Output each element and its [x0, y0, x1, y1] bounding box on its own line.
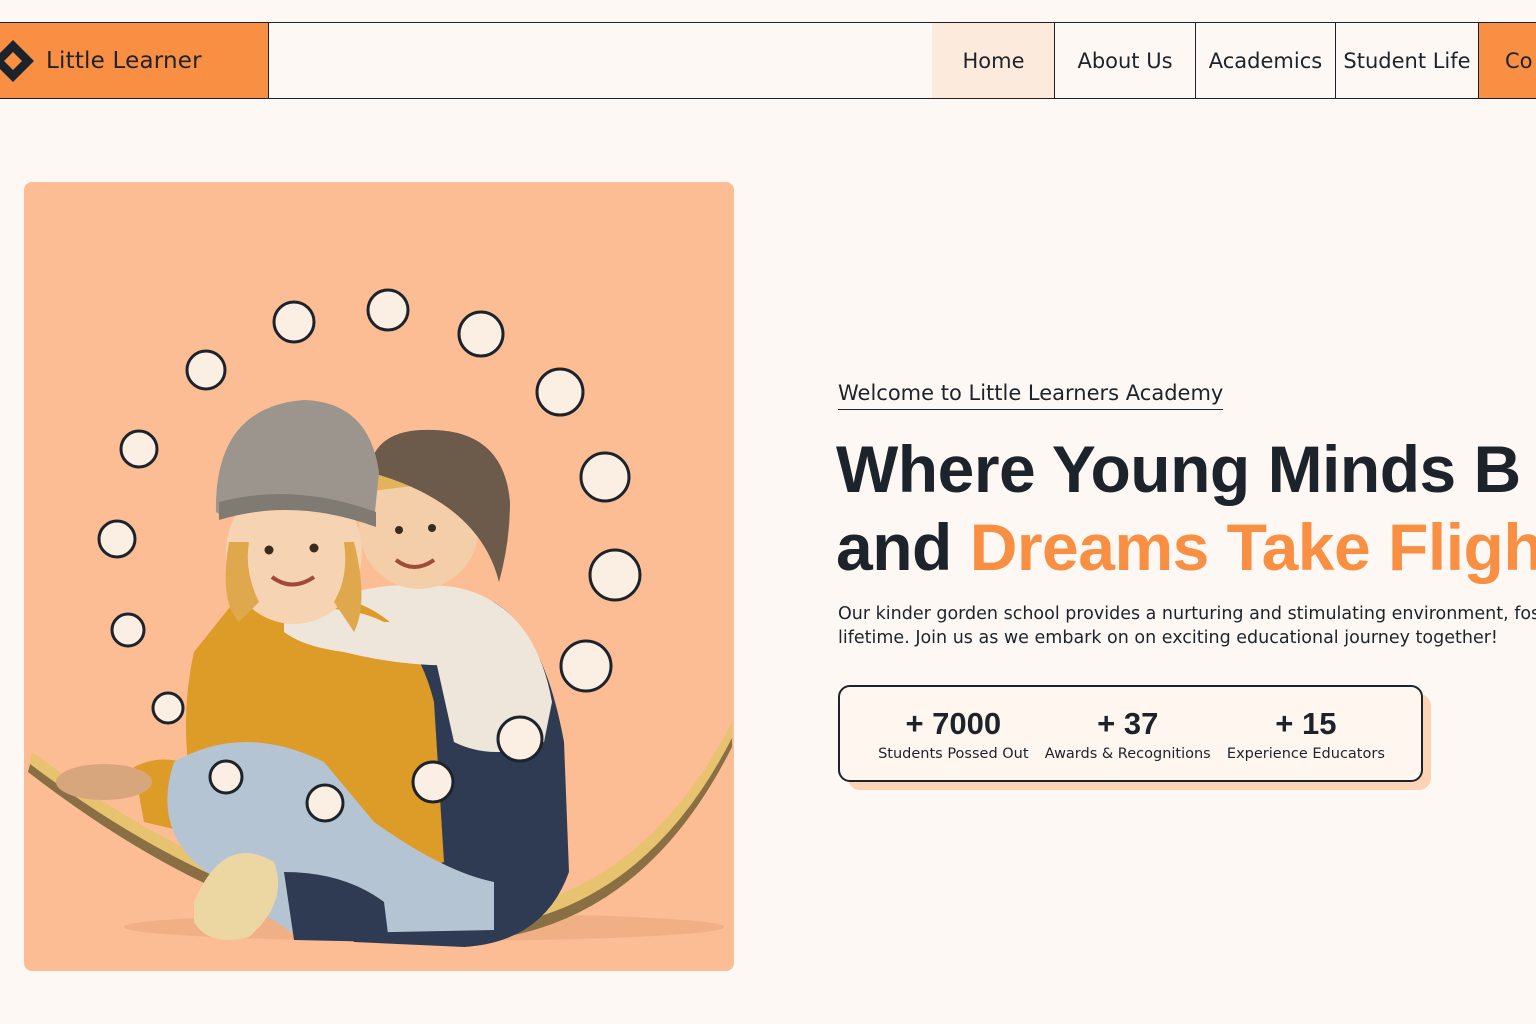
stat-label: Awards & Recognitions [1044, 745, 1211, 762]
landing-page: Little Learner Home About Us Academics S… [0, 0, 1536, 1024]
diamond-logo-icon [0, 39, 34, 82]
brand-logo[interactable]: Little Learner [0, 23, 269, 98]
stat-students: + 7000 Students Possed Out [878, 706, 1028, 762]
nav-item-student-life[interactable]: Student Life [1335, 23, 1478, 98]
description-line-2: lifetime. Join us as we embark on on exc… [838, 628, 1498, 648]
stat-educators: + 15 Experience Educators [1227, 706, 1385, 762]
nav-item-home[interactable]: Home [932, 23, 1054, 98]
stat-value: + 15 [1275, 705, 1337, 741]
stat-label: Experience Educators [1226, 745, 1385, 762]
contact-button[interactable]: Co [1478, 23, 1536, 98]
headline-line-2-accent: Dreams Take Fligh [969, 510, 1536, 584]
top-navigation: Little Learner Home About Us Academics S… [0, 22, 1536, 99]
headline-line-1: Where Young Minds B [836, 432, 1521, 506]
hero-description: Our kinder gorden school provides a nurt… [838, 602, 1536, 650]
hero-headline: Where Young Minds B and Dreams Take Flig… [836, 430, 1536, 586]
nav-item-about-us[interactable]: About Us [1054, 23, 1195, 98]
stat-value: + 7000 [905, 705, 1002, 741]
nav-item-academics[interactable]: Academics [1195, 23, 1335, 98]
brand-name: Little Learner [46, 47, 202, 74]
hero-illustration [28, 288, 732, 947]
headline-line-2-plain: and [836, 510, 970, 584]
stats-card: + 7000 Students Possed Out + 37 Awards &… [838, 685, 1423, 782]
stat-awards: + 37 Awards & Recognitions [1045, 706, 1211, 762]
stat-label: Students Possed Out [878, 745, 1029, 762]
stat-value: + 37 [1097, 705, 1159, 741]
hero-eyebrow-link[interactable]: Welcome to Little Learners Academy [838, 381, 1224, 410]
hero-image [24, 182, 734, 971]
description-line-1: Our kinder gorden school provides a nurt… [838, 604, 1536, 624]
